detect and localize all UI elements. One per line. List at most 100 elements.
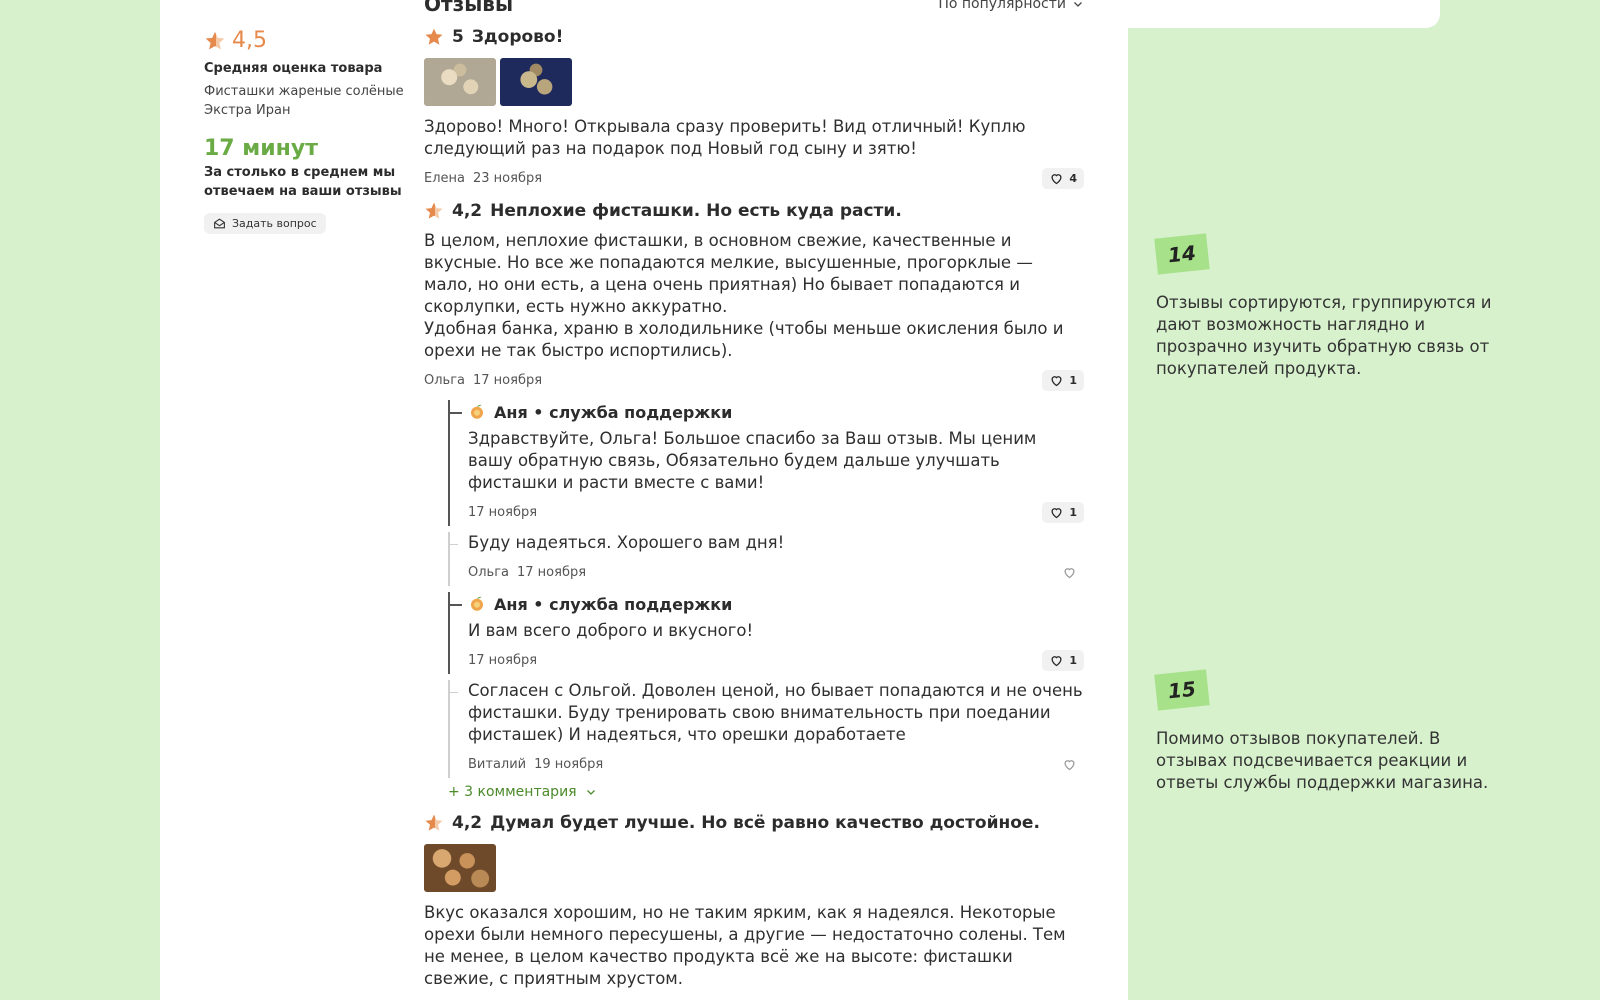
review-photos [424,58,1084,106]
reply-text: Буду надеяться. Хорошего вам дня! [468,533,785,552]
review-author: Ольга [424,372,465,388]
reply-meta: Виталий 19 ноября [468,750,1084,778]
note-text: Помимо отзывов покупателей. В отзывах по… [1156,729,1489,792]
chevron-down-icon [1074,2,1082,7]
review-title: Здорово! [471,27,564,47]
like-count: 1 [1069,505,1077,519]
reply-date: 17 ноября [468,504,538,520]
chevron-down-icon [586,790,595,795]
peach-avatar-icon [471,596,483,611]
review-title: Неплохие фисташки. Но есть куда расти. [490,201,902,221]
rating-label: Средняя оценка товара [204,61,383,76]
reviews-title: Отзывы [424,0,514,16]
review-title: Думал будет лучше. Но всё равно качество… [490,813,1040,833]
star-icon [425,28,443,45]
note-number-badge: 15 [1154,669,1210,711]
review-rating: 5 [452,27,464,47]
reply-meta: 17 ноября 1 [468,498,1084,526]
review-item: 4,2 Неплохие фисташки. Но есть куда раст… [424,198,1084,800]
review-date: 17 ноября [473,372,543,388]
reply-date: 17 ноября [517,564,587,580]
peach-avatar-icon [471,404,483,419]
reply-author: Ольга [468,564,509,580]
reply-author: Аня • служба поддержки [468,592,1084,616]
half-star-icon [425,814,443,831]
average-rating-value: 4,5 [232,28,267,53]
reply-author: Аня • служба поддержки [468,400,1084,424]
thread-line [448,400,464,526]
reply-text: Согласен с Ольгой. Доволен ценой, но быв… [468,681,1083,744]
reply-date: 17 ноября [468,652,538,668]
note-number-badge: 14 [1154,233,1210,275]
sort-dropdown[interactable]: По популярности [938,0,1084,12]
review-date: 23 ноября [473,170,543,186]
reviews-header: Отзывы По популярности [424,0,1084,18]
reply-meta: 17 ноября 1 [468,646,1084,674]
review-header: 5 Здорово! [424,24,1084,50]
review-rating: 4,2 [452,813,483,833]
half-star-icon [205,31,225,49]
reply-text: И вам всего доброго и вкусного! [468,621,754,640]
response-label: За столько в среднем мы отвечаем на ваши… [204,165,402,199]
review-meta: Ольга 17 ноября 1 [424,366,1084,394]
customer-reply: Буду надеяться. Хорошего вам дня! Ольга 1… [448,532,1084,586]
like-button[interactable] [1055,754,1084,775]
top-card [1100,0,1440,28]
half-star-icon [425,202,443,219]
annotation-note: 15 Помимо отзывов покупателей. В отзывах… [1154,669,1501,794]
support-reply: Аня • служба поддержки И вам всего добро… [448,592,1084,674]
reply-author-name: Аня • служба поддержки [494,402,733,422]
note-text: Отзывы сортируются, группируются и дают … [1156,293,1492,378]
heart-icon [1051,375,1062,386]
review-text: В целом, неплохие фисташки, в основном с… [424,231,1064,360]
more-comments-label: + 3 комментария [448,784,577,800]
review-rating: 4,2 [452,201,483,221]
like-button[interactable]: 1 [1042,501,1084,523]
reply-text: Здравствуйте, Ольга! Большое спасибо за … [468,429,1037,492]
review-photos [424,844,1084,892]
show-more-comments[interactable]: + 3 комментария [448,784,1084,800]
thread-line [448,532,464,586]
thread-line [448,592,464,674]
sort-label: По популярности [938,0,1066,12]
review-photo[interactable] [500,58,572,106]
rating-summary: 4,5 Средняя оценка товара Фисташки жарен… [204,28,404,234]
heart-icon [1051,507,1062,518]
comment-thread: Аня • служба поддержки Здравствуйте, Оль… [448,400,1084,778]
support-reply: Аня • служба поддержки Здравствуйте, Оль… [448,400,1084,526]
heart-icon [1064,759,1075,770]
review-photo[interactable] [424,844,496,892]
heart-icon [1051,173,1062,184]
reply-author: Виталий [468,756,527,772]
heart-icon [1064,567,1075,578]
like-count: 1 [1069,373,1077,387]
heart-icon [1051,655,1062,666]
reply-meta: Ольга 17 ноября [468,558,1084,586]
like-button[interactable] [1055,562,1084,583]
ask-question-label: Задать вопрос [232,217,317,230]
review-header: 4,2 Неплохие фисташки. Но есть куда раст… [424,198,1084,224]
review-meta: Елена 23 ноября 4 [424,164,1084,192]
review-item: 5 Здорово! Здорово! Много! Открывала сра… [424,24,1084,192]
like-button[interactable]: 1 [1042,369,1084,391]
like-button[interactable]: 4 [1042,167,1084,189]
like-button[interactable]: 1 [1042,649,1084,671]
review-photo[interactable] [424,58,496,106]
product-name: Фисташки жареные солёные Экстра Иран [204,84,404,118]
reply-date: 19 ноября [534,756,604,772]
reviews-list: Отзывы По популярности 5 Здорово! Здоров… [424,0,1084,990]
like-count: 1 [1069,653,1077,667]
customer-reply: Согласен с Ольгой. Доволен ценой, но быв… [448,680,1084,778]
review-author: Елена [424,170,465,186]
mail-icon [214,218,225,229]
response-time: 17 минут [204,136,318,161]
thread-line [448,680,464,778]
ask-question-button[interactable]: Задать вопрос [204,213,326,234]
review-text: Вкус оказался хорошим, но не таким ярким… [424,903,1066,988]
review-text: Здорово! Много! Открывала сразу проверит… [424,117,1026,158]
review-item: 4,2 Думал будет лучше. Но всё равно каче… [424,810,1084,990]
review-header: 4,2 Думал будет лучше. Но всё равно каче… [424,810,1084,836]
like-count: 4 [1069,171,1077,185]
annotation-note: 14 Отзывы сортируются, группируются и да… [1154,233,1501,380]
average-rating: 4,5 [204,28,404,53]
